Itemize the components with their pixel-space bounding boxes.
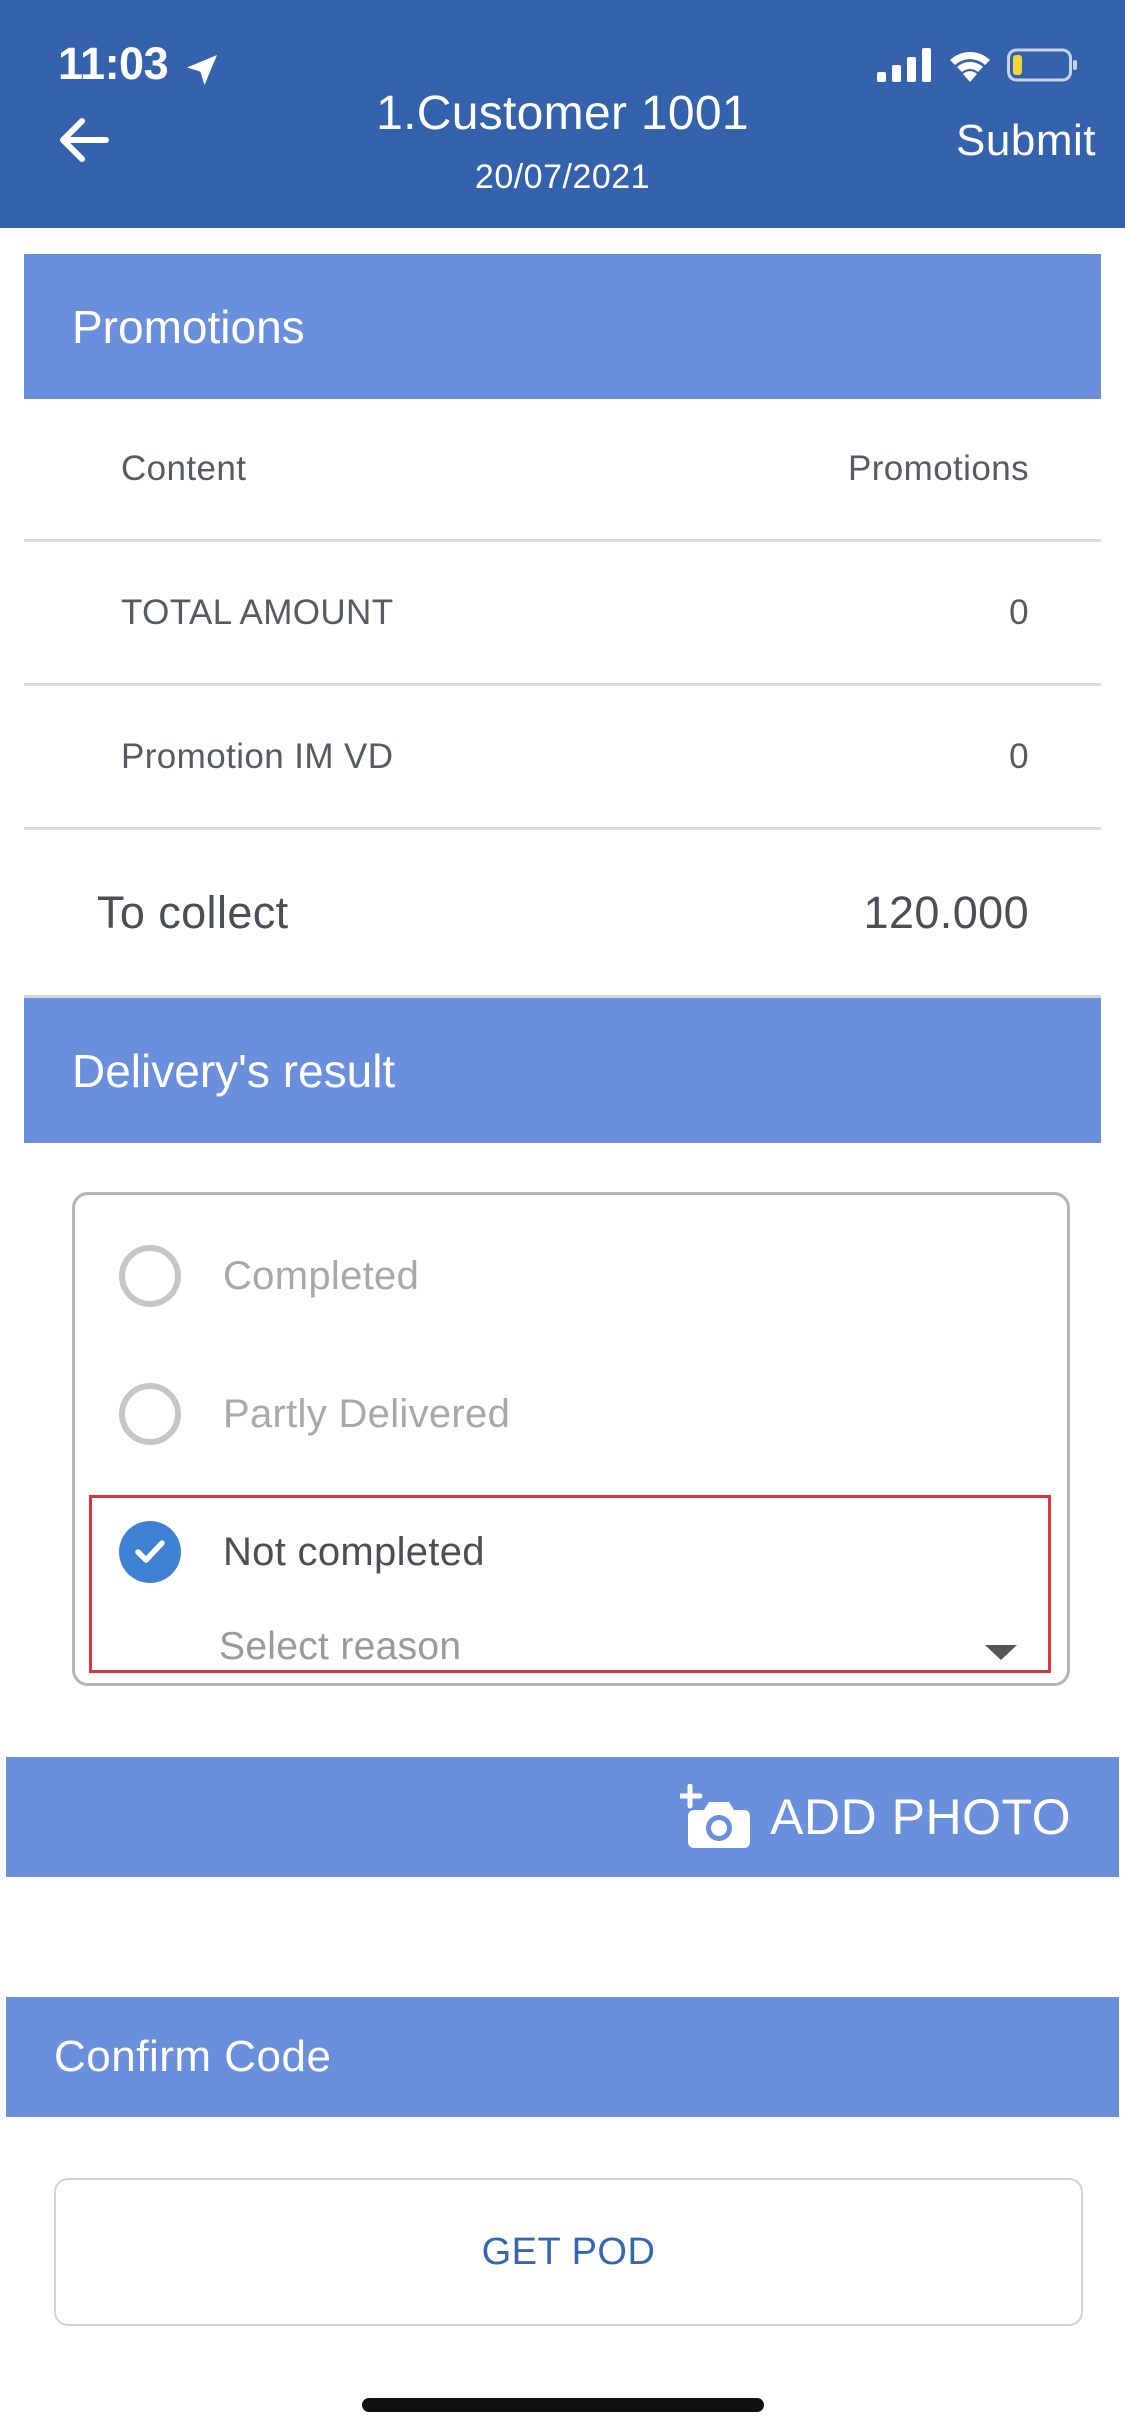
column-header-promotions: Promotions bbox=[847, 448, 1029, 488]
home-indicator[interactable] bbox=[362, 2398, 764, 2412]
radio-unchecked-icon[interactable] bbox=[119, 1245, 181, 1307]
to-collect-label: To collect bbox=[97, 886, 289, 938]
delivery-result-options: Completed Partly Delivered Not completed… bbox=[72, 1192, 1070, 1686]
add-photo-label: ADD PHOTO bbox=[770, 1789, 1071, 1845]
row-value: 0 bbox=[1009, 592, 1029, 632]
row-label: Promotion IM VD bbox=[121, 736, 394, 776]
to-collect-value: 120.000 bbox=[863, 886, 1029, 938]
get-pod-button[interactable]: GET POD bbox=[54, 2178, 1083, 2326]
option-partly-delivered[interactable]: Partly Delivered bbox=[119, 1383, 510, 1445]
caret-down-icon bbox=[985, 1645, 1017, 1660]
promotions-section-header: Promotions bbox=[24, 254, 1101, 399]
row-label: TOTAL AMOUNT bbox=[121, 592, 394, 632]
reason-placeholder: Select reason bbox=[219, 1625, 462, 1668]
reason-dropdown[interactable]: Select reason bbox=[219, 1625, 1089, 1681]
option-label: Not completed bbox=[223, 1529, 485, 1574]
column-header-content: Content bbox=[121, 448, 247, 488]
add-photo-button[interactable]: ADD PHOTO bbox=[6, 1757, 1119, 1877]
to-collect-row: To collect 120.000 bbox=[24, 830, 1101, 998]
delivery-result-section-header: Delivery's result bbox=[24, 998, 1101, 1143]
table-row: TOTAL AMOUNT 0 bbox=[24, 542, 1101, 686]
row-value: 0 bbox=[1009, 736, 1029, 776]
option-label: Partly Delivered bbox=[223, 1391, 511, 1436]
radio-unchecked-icon[interactable] bbox=[119, 1383, 181, 1445]
table-row: Promotion IM VD 0 bbox=[24, 686, 1101, 830]
wifi-icon bbox=[950, 52, 990, 82]
promotions-table-header: Content Promotions bbox=[24, 398, 1101, 542]
nav-header: 11:03 1.Customer 1001 20/07/2021 Submit bbox=[0, 0, 1125, 228]
option-completed[interactable]: Completed bbox=[119, 1245, 419, 1307]
status-icons bbox=[877, 48, 1079, 82]
battery-low-icon bbox=[1007, 48, 1077, 82]
checkmark-icon bbox=[135, 1540, 165, 1563]
submit-button[interactable]: Submit bbox=[956, 116, 1096, 166]
add-camera-icon bbox=[680, 1784, 751, 1848]
cellular-signal-icon bbox=[877, 48, 931, 82]
option-not-completed[interactable]: Not completed bbox=[119, 1521, 485, 1583]
option-label: Completed bbox=[223, 1253, 420, 1298]
location-arrow-icon bbox=[187, 55, 217, 85]
status-time: 11:03 bbox=[58, 38, 169, 89]
radio-checked-icon[interactable] bbox=[119, 1521, 181, 1583]
confirm-code-section: Confirm Code bbox=[6, 1997, 1119, 2117]
